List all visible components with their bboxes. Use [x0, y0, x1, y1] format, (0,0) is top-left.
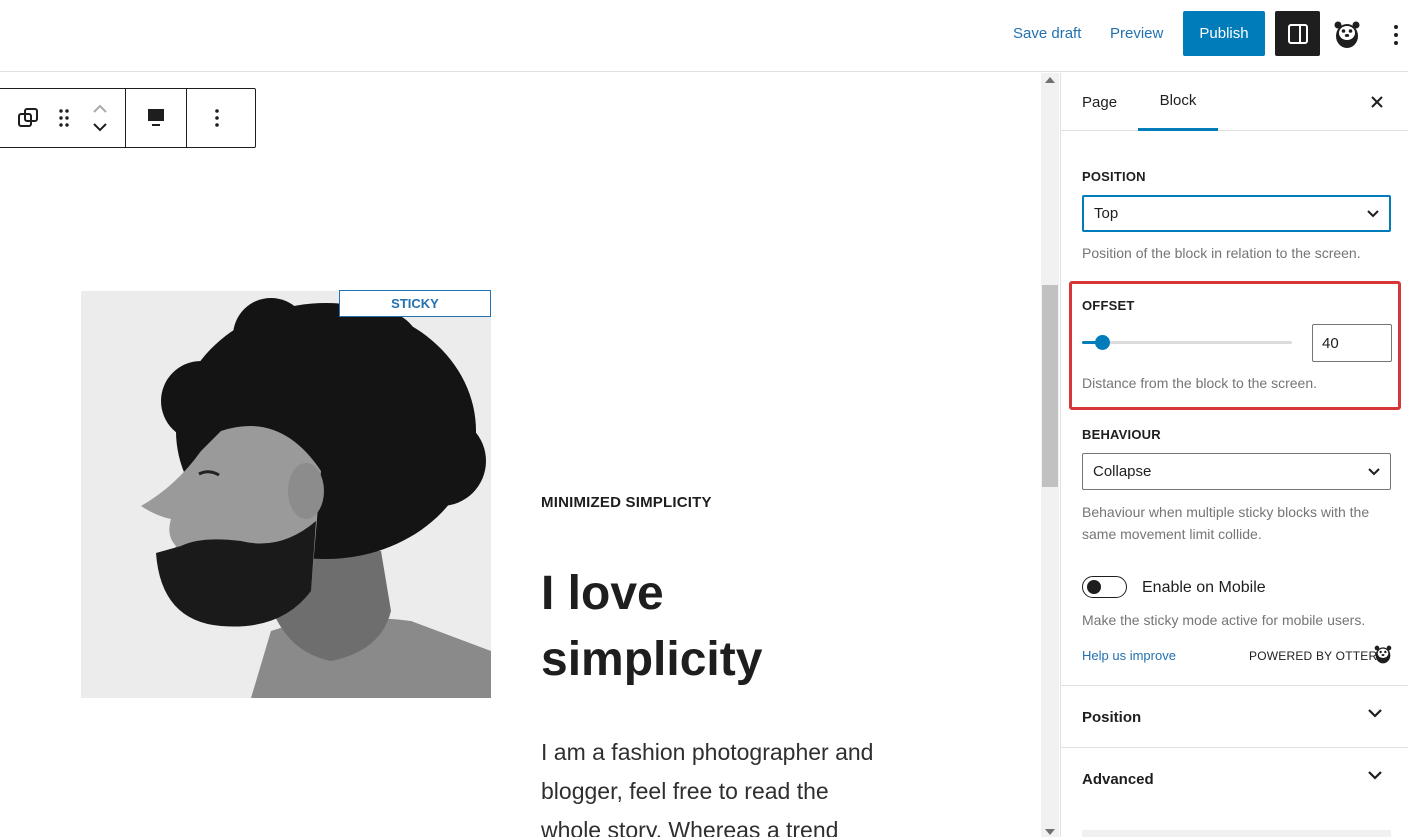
- body-line: blogger, feel free to read the: [541, 778, 829, 804]
- toolbar-move-group: [0, 89, 126, 147]
- sticky-badge: STICKY: [339, 290, 491, 317]
- body-paragraph[interactable]: I am a fashion photographer and blogger,…: [541, 733, 921, 837]
- align-icon: [148, 109, 164, 126]
- enable-mobile-toggle[interactable]: [1082, 576, 1127, 598]
- panel-position[interactable]: Position: [1061, 685, 1408, 747]
- move-buttons: [81, 89, 119, 147]
- sidebar-tabs: Page Block: [1061, 73, 1408, 131]
- position-select[interactable]: Top: [1082, 195, 1391, 232]
- chevron-down-icon: [1368, 467, 1380, 475]
- panel-position-title: Position: [1082, 709, 1142, 726]
- body-line: whole story. Whereas a trend: [541, 817, 839, 837]
- help-us-improve-link[interactable]: Help us improve: [1082, 648, 1176, 663]
- powered-by-otter: POWERED BY OTTER: [1249, 649, 1378, 663]
- behaviour-help: Behaviour when multiple sticky blocks wi…: [1082, 501, 1397, 545]
- scroll-up-icon[interactable]: [1045, 77, 1055, 83]
- offset-slider[interactable]: [1082, 335, 1292, 350]
- tab-page[interactable]: Page: [1082, 73, 1117, 131]
- chevron-down-icon: [1368, 771, 1382, 780]
- offset-number-input[interactable]: 40: [1312, 324, 1392, 362]
- behaviour-select[interactable]: Collapse: [1082, 453, 1391, 490]
- block-toolbar: [0, 88, 256, 148]
- scrollbar-thumb[interactable]: [1042, 285, 1058, 487]
- more-options-icon: [215, 109, 219, 127]
- offset-label: OFFSET: [1082, 298, 1135, 313]
- transform-block-icon: [18, 108, 38, 127]
- behaviour-select-value: Collapse: [1093, 463, 1152, 480]
- enable-mobile-label[interactable]: Enable on Mobile: [1142, 579, 1266, 597]
- more-options-icon[interactable]: [1384, 20, 1408, 50]
- canvas-scrollbar[interactable]: [1041, 73, 1059, 837]
- chevron-down-icon: [1367, 209, 1379, 217]
- editor-canvas: STICKY MINIMIZED SIMPLICITY I love simpl…: [0, 73, 1041, 837]
- panel-advanced-title: Advanced: [1082, 771, 1154, 788]
- position-help: Position of the block in relation to the…: [1082, 245, 1361, 261]
- headline-line: I love: [541, 567, 664, 620]
- scroll-down-icon[interactable]: [1045, 829, 1055, 835]
- preview-button[interactable]: Preview: [1110, 25, 1163, 42]
- chevron-down-icon: [1368, 709, 1382, 718]
- behaviour-help-line: Behaviour when multiple sticky blocks wi…: [1082, 504, 1370, 520]
- panel-advanced[interactable]: Advanced: [1061, 747, 1408, 809]
- settings-sidebar-icon: [1287, 23, 1308, 44]
- tab-block[interactable]: Block: [1138, 73, 1218, 131]
- transform-block-button[interactable]: [9, 89, 47, 147]
- page-headline[interactable]: I love simplicity: [541, 561, 901, 693]
- settings-toggle-button[interactable]: [1275, 11, 1320, 56]
- move-up-icon[interactable]: [92, 104, 108, 113]
- position-select-value: Top: [1094, 205, 1119, 222]
- drag-handle-button[interactable]: [47, 89, 81, 147]
- move-down-icon[interactable]: [92, 123, 108, 132]
- publish-button[interactable]: Publish: [1183, 11, 1265, 56]
- otter-logo-icon: [1373, 643, 1393, 665]
- otter-avatar-icon[interactable]: [1332, 18, 1362, 50]
- save-draft-button[interactable]: Save draft: [1013, 25, 1081, 42]
- offset-slider-thumb[interactable]: [1095, 335, 1110, 350]
- toolbar-align-group: [126, 89, 187, 147]
- eyebrow-heading[interactable]: MINIMIZED SIMPLICITY: [541, 494, 712, 511]
- align-button[interactable]: [137, 89, 175, 147]
- position-label: POSITION: [1082, 169, 1146, 184]
- portrait-image[interactable]: [81, 291, 491, 698]
- settings-sidebar: Page Block POSITION Top Position of the …: [1060, 73, 1408, 837]
- behaviour-help-line: same movement limit collide.: [1082, 526, 1262, 542]
- offset-help: Distance from the block to the screen.: [1082, 375, 1317, 391]
- close-icon[interactable]: [1365, 90, 1389, 114]
- headline-line: simplicity: [541, 633, 763, 686]
- mobile-help: Make the sticky mode active for mobile u…: [1082, 612, 1366, 628]
- behaviour-label: BEHAVIOUR: [1082, 427, 1161, 442]
- drag-handle-icon: [59, 109, 69, 127]
- toolbar-options-group: [187, 89, 247, 147]
- body-line: I am a fashion photographer and: [541, 739, 874, 765]
- block-options-button[interactable]: [198, 89, 236, 147]
- bottom-strip: [1082, 830, 1391, 837]
- editor-header: Save draft Preview Publish: [0, 0, 1408, 72]
- toggle-knob: [1087, 580, 1101, 594]
